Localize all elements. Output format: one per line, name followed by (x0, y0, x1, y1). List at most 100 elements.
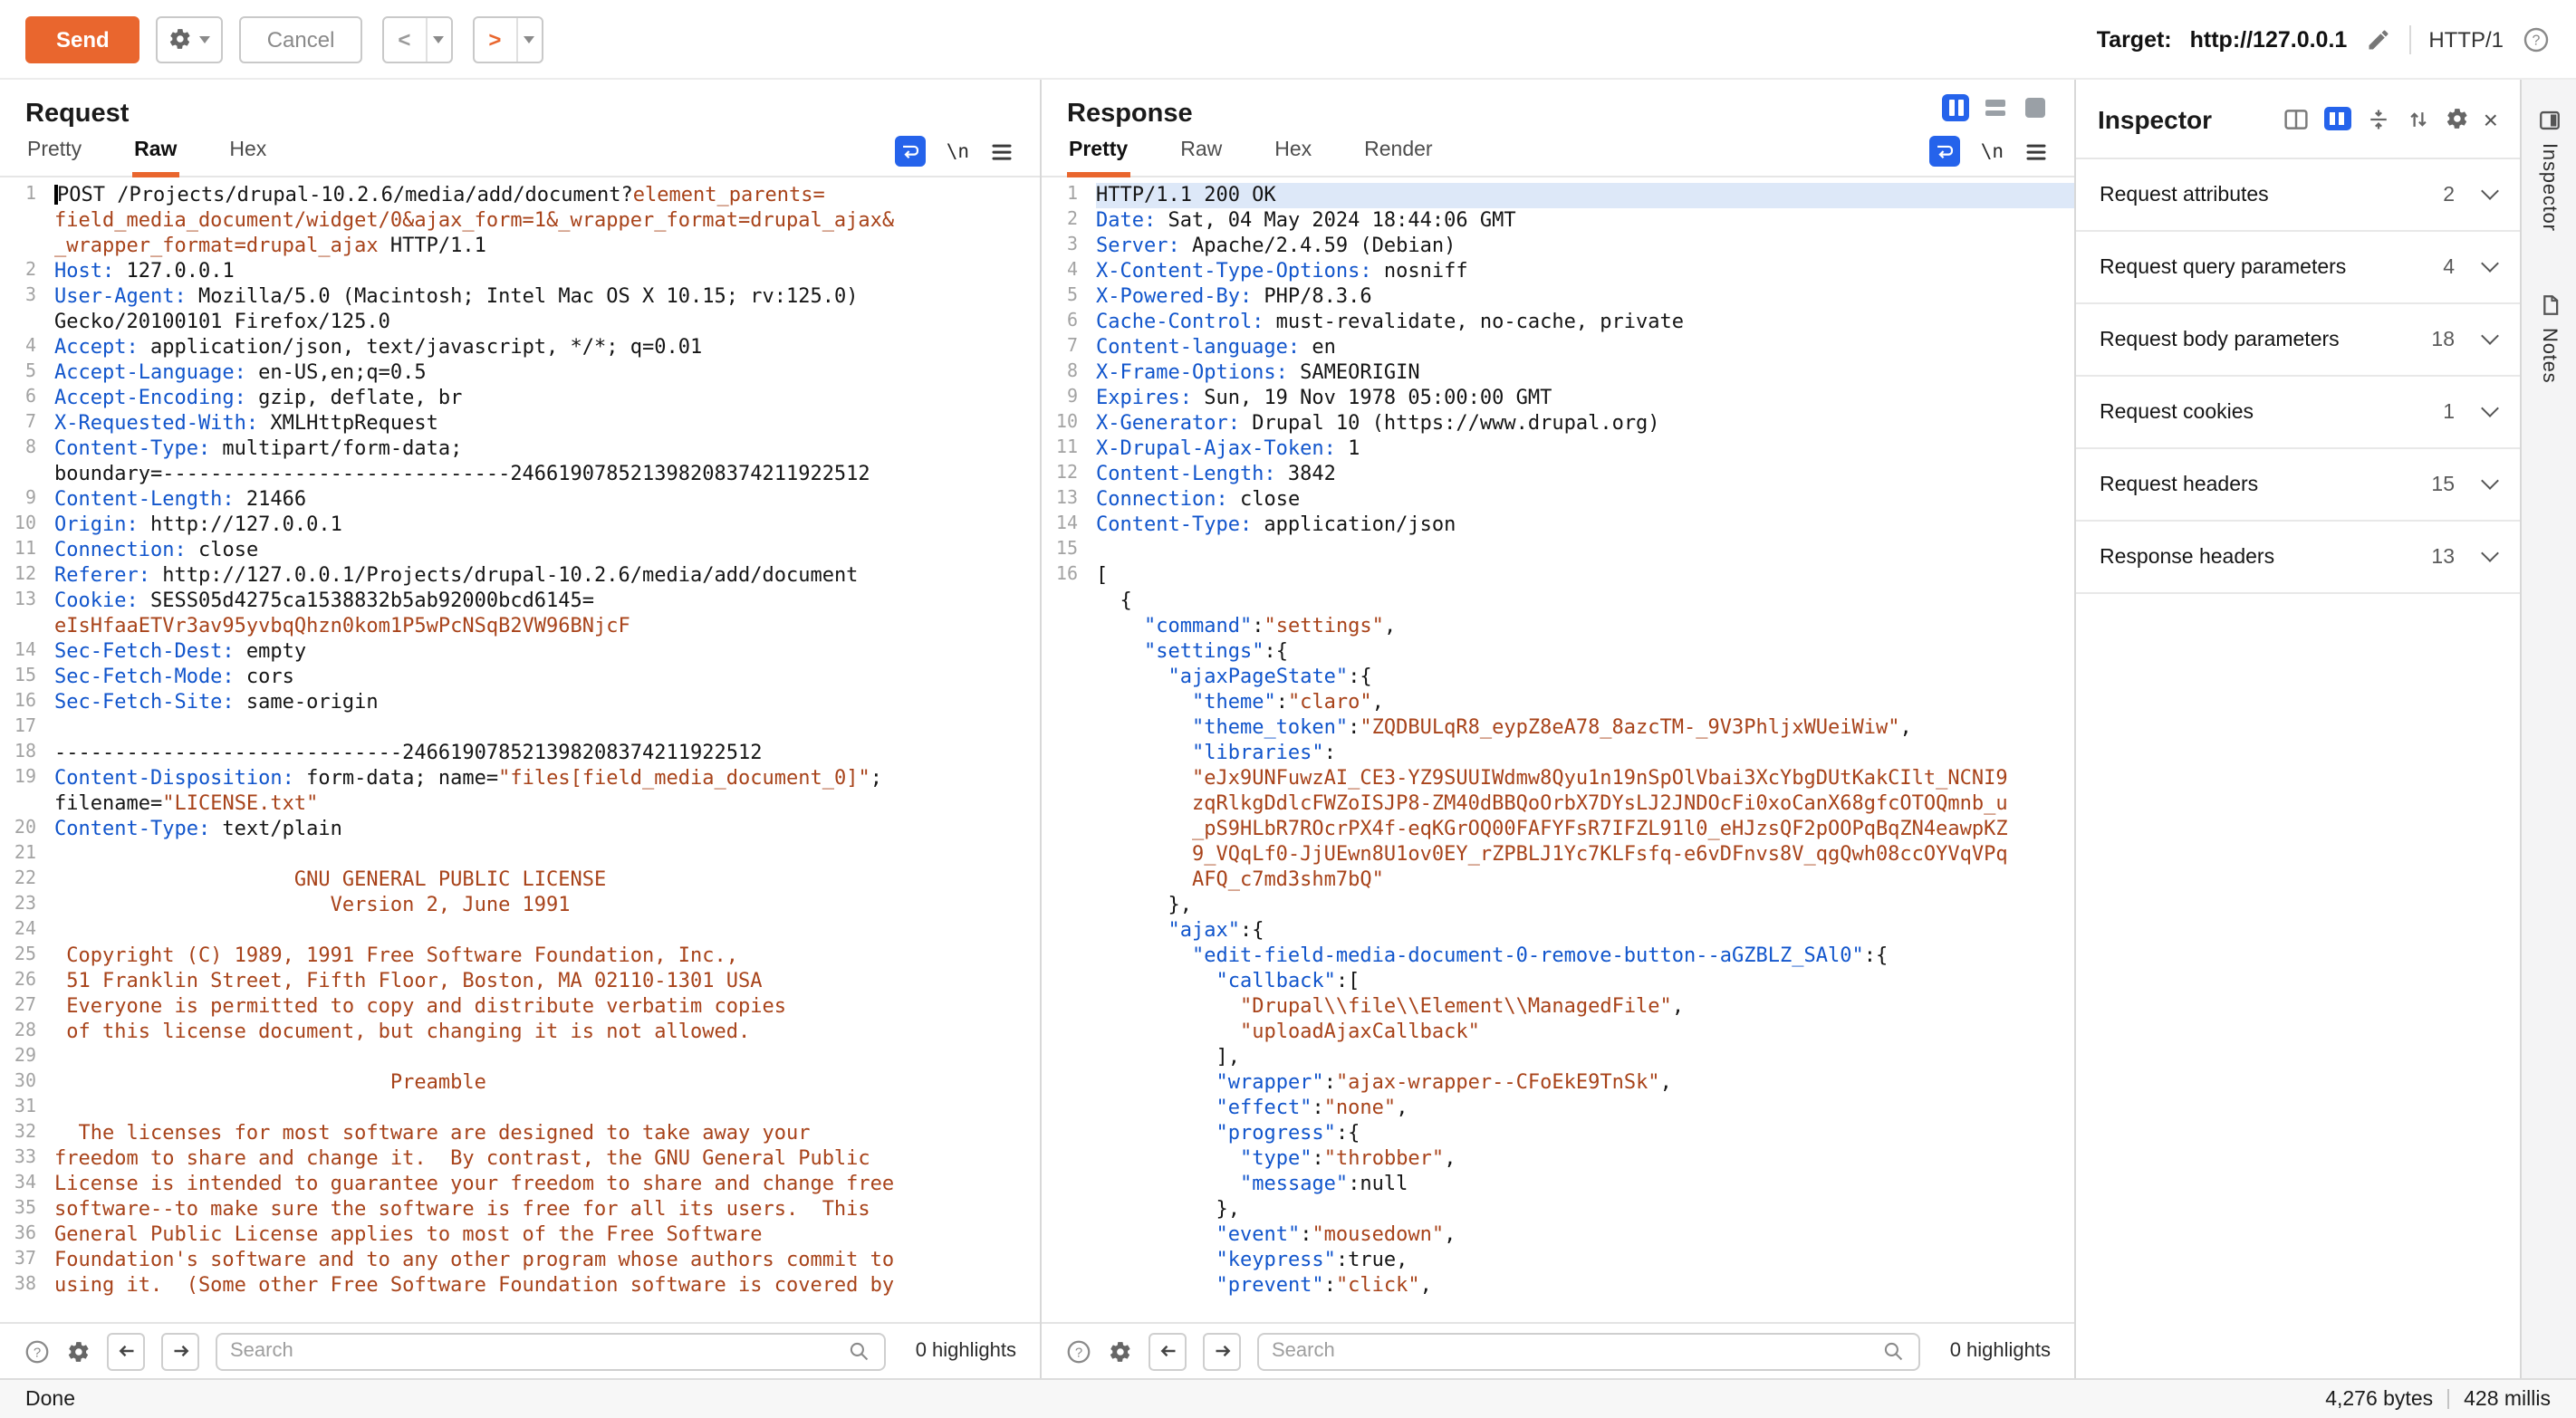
collapse-all-icon[interactable] (2366, 106, 2391, 131)
code-line: 38using it. (Some other Free Software Fo… (0, 1273, 1040, 1298)
request-search-box (216, 1332, 887, 1370)
code-line: 35software--to make sure the software is… (0, 1197, 1040, 1222)
search-help-icon[interactable]: ? (24, 1337, 51, 1365)
search-prev-button[interactable] (1149, 1332, 1187, 1370)
side-tab-inspector[interactable]: Inspector (2537, 98, 2561, 243)
chevron-down-icon (2481, 182, 2499, 200)
code-line: Gecko/20100101 Firefox/125.0 (0, 310, 1040, 335)
send-button[interactable]: Send (25, 15, 140, 62)
line-number: 1 (0, 183, 54, 208)
pencil-edit-target-icon[interactable] (2365, 26, 2390, 52)
editor-menu-icon[interactable] (2023, 139, 2049, 164)
panes-filled-icon[interactable] (2324, 107, 2351, 130)
layout-single-button[interactable] (2022, 94, 2049, 121)
code-line: 4Accept: application/json, text/javascri… (0, 335, 1040, 360)
main-area: Request PrettyRawHex \n (0, 80, 2576, 1378)
inspector-section-response-headers[interactable]: Response headers13 (2076, 522, 2520, 594)
chevron-down-icon (2481, 544, 2499, 562)
search-settings-gear-icon[interactable] (67, 1339, 91, 1363)
response-editor[interactable]: 1HTTP/1.1 200 OK2Date: Sat, 04 May 2024 … (1042, 177, 2074, 1322)
inspector-section-request-query-parameters[interactable]: Request query parameters4 (2076, 232, 2520, 304)
line-number (1042, 589, 1096, 614)
soft-wrap-toggle[interactable] (896, 136, 927, 167)
target-value: http://127.0.0.1 (2190, 26, 2348, 52)
layout-rows-button[interactable] (1982, 94, 2009, 121)
request-highlights-count: 0 highlights (916, 1340, 1016, 1362)
caret-down-icon (524, 35, 534, 43)
code-line: 27 Everyone is permitted to copy and dis… (0, 994, 1040, 1020)
search-prev-button[interactable] (107, 1332, 145, 1370)
code-line: 9Expires: Sun, 19 Nov 1978 05:00:00 GMT (1042, 386, 2074, 411)
code-line: 34License is intended to guarantee your … (0, 1172, 1040, 1197)
line-number (1042, 1121, 1096, 1146)
inspector-settings-gear-icon[interactable] (2446, 107, 2469, 130)
forward-history-dropdown[interactable] (515, 17, 541, 61)
line-number: 5 (0, 360, 54, 386)
line-number: 11 (1042, 436, 1096, 462)
panes-outline-icon[interactable] (2283, 106, 2310, 131)
show-newlines-toggle[interactable]: \n (1981, 140, 2004, 162)
line-number (1042, 1070, 1096, 1096)
search-next-button[interactable] (161, 1332, 199, 1370)
line-number: 3 (0, 284, 54, 310)
code-line: }, (1042, 1197, 2074, 1222)
line-number (1042, 842, 1096, 867)
line-number (1042, 614, 1096, 639)
response-search-input[interactable] (1272, 1340, 1883, 1362)
tab-render[interactable]: Render (1362, 129, 1434, 176)
code-line: 1POST /Projects/drupal-10.2.6/media/add/… (0, 183, 1040, 208)
back-history-dropdown[interactable] (425, 17, 450, 61)
inspector-section-request-body-parameters[interactable]: Request body parameters18 (2076, 304, 2520, 377)
code-line: boundary=-----------------------------24… (0, 462, 1040, 487)
send-options-button[interactable] (157, 15, 224, 62)
help-icon[interactable]: ? (2522, 24, 2551, 53)
code-line: "eJx9UNFuwzAI_CE3-YZ9SUUIWdmw8Qyu1n19nSp… (1042, 766, 2074, 791)
layout-columns-button[interactable] (1942, 94, 1969, 121)
line-number: 15 (1042, 538, 1096, 563)
close-icon[interactable]: × (2484, 106, 2498, 131)
history-forward-split-button: > (472, 15, 543, 62)
code-line: 13Cookie: SESS05d4275ca1538832b5ab92000b… (0, 589, 1040, 614)
line-number: 7 (1042, 335, 1096, 360)
inspector-sections: Request attributes2Request query paramet… (2076, 159, 2520, 594)
http-version-label[interactable]: HTTP/1 (2428, 26, 2504, 52)
request-search-row: ? 0 highlights (0, 1322, 1040, 1378)
line-number (1042, 1045, 1096, 1070)
target-label: Target: (2097, 26, 2172, 52)
editor-menu-icon[interactable] (989, 139, 1014, 164)
request-editor[interactable]: 1POST /Projects/drupal-10.2.6/media/add/… (0, 177, 1040, 1322)
inspector-title: Inspector (2098, 104, 2212, 133)
code-line: 20Content-Type: text/plain (0, 817, 1040, 842)
toolbar-right: Target: http://127.0.0.1 HTTP/1 ? (2097, 24, 2551, 53)
sort-updown-icon[interactable] (2406, 106, 2431, 131)
inspector-section-request-cookies[interactable]: Request cookies1 (2076, 377, 2520, 449)
cancel-button[interactable]: Cancel (240, 15, 362, 62)
request-search-input[interactable] (230, 1340, 849, 1362)
inspector-section-request-headers[interactable]: Request headers15 (2076, 449, 2520, 522)
inspector-section-request-attributes[interactable]: Request attributes2 (2076, 159, 2520, 232)
soft-wrap-toggle[interactable] (1930, 136, 1961, 167)
tab-hex[interactable]: Hex (227, 129, 268, 176)
line-number: 8 (0, 436, 54, 462)
search-settings-gear-icon[interactable] (1109, 1339, 1132, 1363)
line-number (1042, 1096, 1096, 1121)
tab-raw[interactable]: Raw (1178, 129, 1224, 176)
section-count: 18 (2431, 329, 2455, 350)
line-number: 32 (0, 1121, 54, 1146)
code-line: 1HTTP/1.1 200 OK (1042, 183, 2074, 208)
show-newlines-toggle[interactable]: \n (947, 140, 969, 162)
response-tabs-row: Pretty Raw Hex Render \n (1042, 129, 2074, 177)
tab-raw[interactable]: Raw (132, 129, 178, 176)
line-number: 10 (0, 513, 54, 538)
search-help-icon[interactable]: ? (1065, 1337, 1092, 1365)
code-line: "effect":"none", (1042, 1096, 2074, 1121)
search-next-button[interactable] (1203, 1332, 1241, 1370)
tab-pretty[interactable]: Pretty (25, 129, 83, 176)
tab-pretty[interactable]: Pretty (1067, 129, 1129, 176)
side-tab-notes[interactable]: Notes (2537, 283, 2561, 395)
forward-button[interactable]: > (474, 17, 515, 61)
line-number: 37 (0, 1248, 54, 1273)
line-number: 4 (1042, 259, 1096, 284)
back-button[interactable]: < (383, 17, 425, 61)
tab-hex[interactable]: Hex (1273, 129, 1313, 176)
